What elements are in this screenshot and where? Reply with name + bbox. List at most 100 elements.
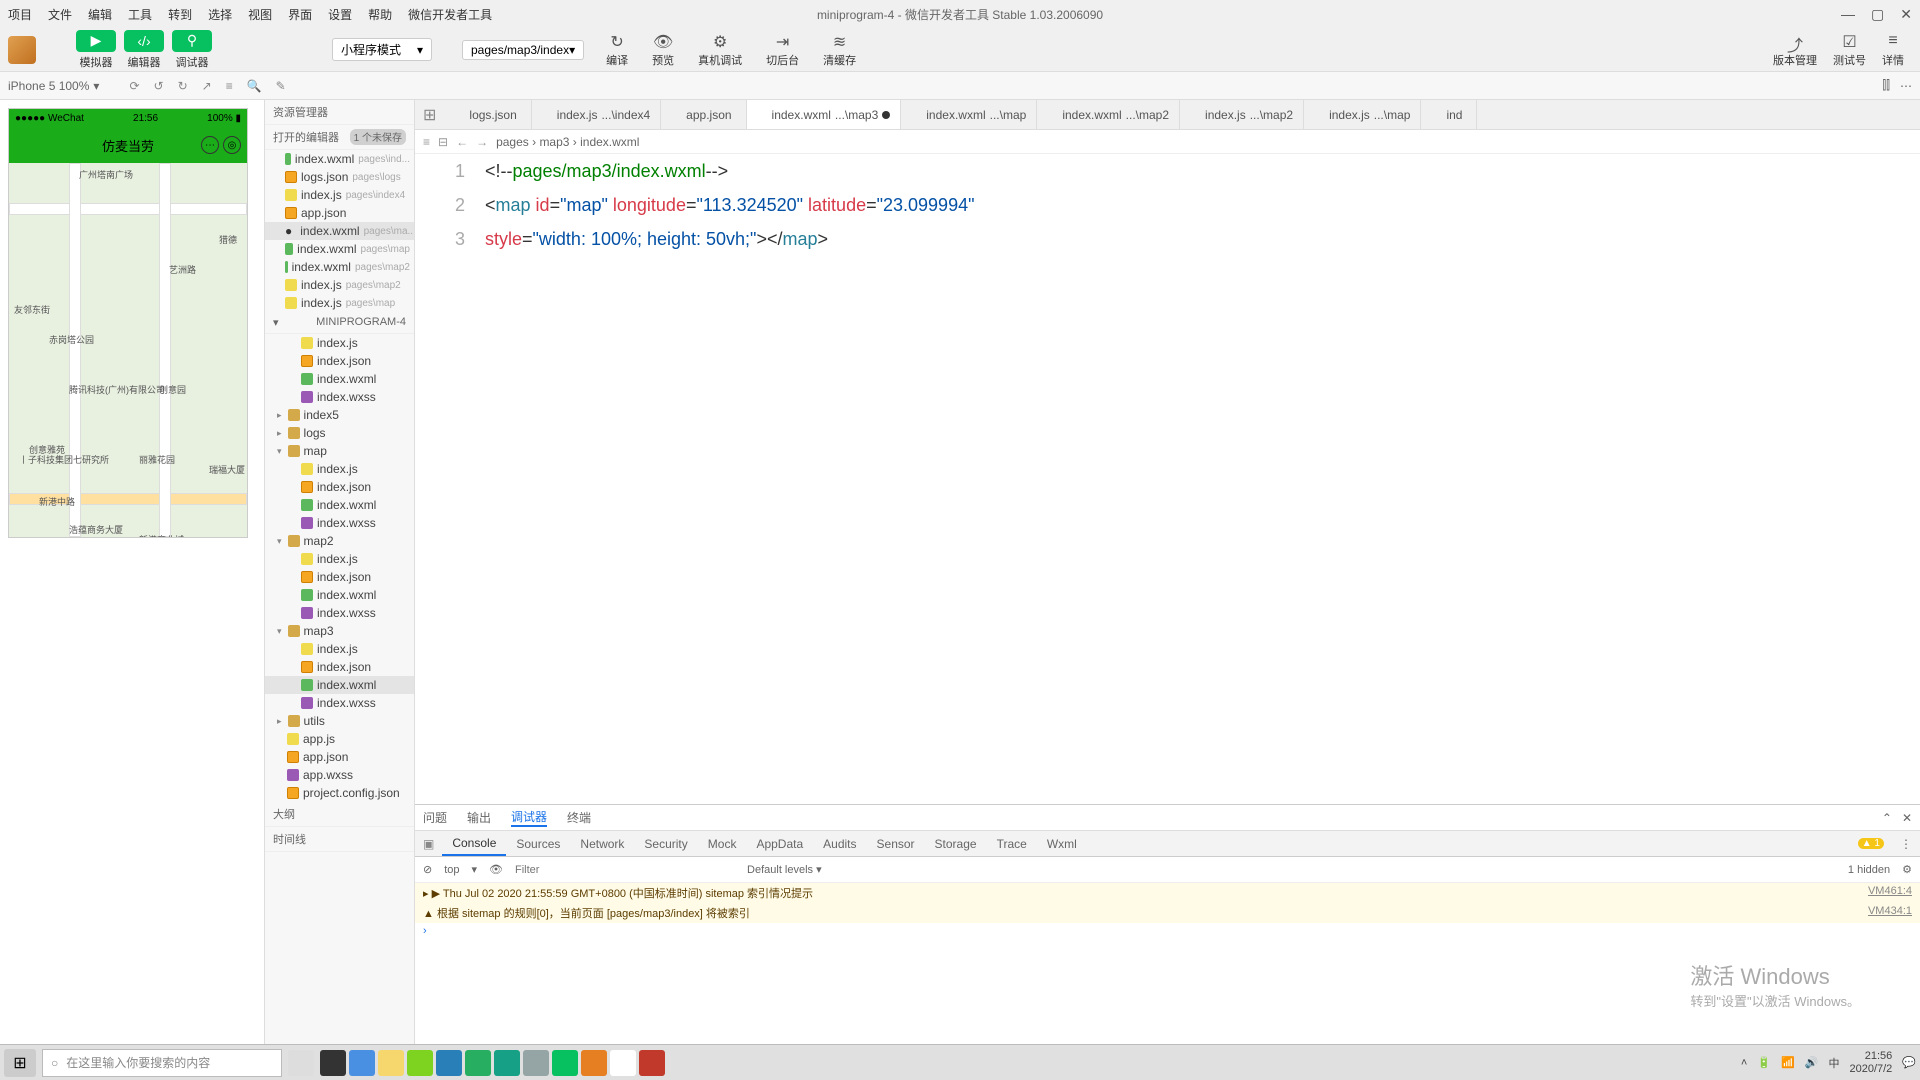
file-item[interactable]: index.json	[265, 658, 414, 676]
context-selector[interactable]: top	[444, 864, 459, 876]
device-selector[interactable]: iPhone 5 100%	[8, 79, 89, 93]
file-item[interactable]: index.js	[265, 640, 414, 658]
editor-tab[interactable]: index.js ...\index4	[532, 100, 661, 129]
project-header[interactable]: ▾ MINIPROGRAM-4	[265, 312, 414, 334]
devtools-outer-tab[interactable]: 问题	[423, 809, 447, 826]
file-item[interactable]: index.wxml	[265, 496, 414, 514]
log-levels[interactable]: Default levels ▾	[747, 863, 822, 876]
eye-icon[interactable]: 👁	[489, 863, 503, 876]
editor-tab[interactable]: logs.json	[444, 100, 531, 129]
devtools-more-icon[interactable]: ⋮	[1892, 837, 1920, 851]
editor-tab[interactable]: index.js ...\map2	[1180, 100, 1304, 129]
menu-item[interactable]: 界面	[288, 6, 312, 23]
taskbar-app[interactable]	[378, 1050, 404, 1076]
file-item[interactable]: index.js	[265, 334, 414, 352]
taskbar-app[interactable]	[436, 1050, 462, 1076]
open-editor-item[interactable]: app.json	[265, 204, 414, 222]
tab-prev-icon[interactable]: ⊞	[415, 105, 444, 125]
file-item[interactable]: index.json	[265, 352, 414, 370]
console-prompt[interactable]: ›	[415, 923, 1920, 939]
devtools-inner-tab[interactable]: Security	[634, 831, 697, 856]
editor-tab[interactable]: index.wxml ...\map3	[747, 100, 902, 129]
taskbar-app[interactable]	[639, 1050, 665, 1076]
editor-tab[interactable]: app.json	[661, 100, 746, 129]
filter-input[interactable]	[515, 864, 635, 876]
file-item[interactable]: index.js	[265, 550, 414, 568]
file-item[interactable]: app.js	[265, 730, 414, 748]
file-item[interactable]: app.json	[265, 748, 414, 766]
capsule-close-icon[interactable]: ◎	[223, 136, 241, 154]
devtools-close-icon[interactable]: ✕	[1902, 811, 1912, 825]
file-item[interactable]: index.wxml	[265, 370, 414, 388]
more-icon[interactable]: ⋯	[1900, 79, 1912, 93]
menu-item[interactable]: 视图	[248, 6, 272, 23]
back-icon[interactable]: ←	[456, 135, 468, 149]
devtools-inner-tab[interactable]: Storage	[925, 831, 987, 856]
taskbar-app[interactable]	[610, 1050, 636, 1076]
open-editor-item[interactable]: index.js pages\map	[265, 294, 414, 312]
tray-icon[interactable]: 🔊	[1805, 1056, 1819, 1069]
editor-tab[interactable]: index.wxml ...\map2	[1037, 100, 1180, 129]
toolbar-action[interactable]: ≋清缓存	[823, 32, 856, 68]
menu-item[interactable]: 转到	[168, 6, 192, 23]
secondbar-icon[interactable]: 🔍	[247, 79, 262, 93]
file-item[interactable]: index.json	[265, 478, 414, 496]
devtools-inner-tab[interactable]: Mock	[698, 831, 747, 856]
secondbar-icon[interactable]: ↗	[202, 79, 212, 93]
open-editor-item[interactable]: index.wxml pages\map2	[265, 258, 414, 276]
notifications-icon[interactable]: 💬	[1902, 1056, 1916, 1069]
split-icon[interactable]: ⫿⫿	[1882, 78, 1890, 93]
device-chevron-icon[interactable]: ▾	[93, 79, 99, 93]
menu-item[interactable]: 选择	[208, 6, 232, 23]
menu-item[interactable]: 项目	[8, 6, 32, 23]
tray-chevron-icon[interactable]: ˄	[1741, 1057, 1747, 1069]
devtools-inner-tab[interactable]: Trace	[987, 831, 1037, 856]
file-item[interactable]: index.json	[265, 568, 414, 586]
taskbar-search[interactable]: ○ 在这里输入你要搜索的内容	[42, 1049, 282, 1077]
file-item[interactable]: index.wxss	[265, 694, 414, 712]
menu-item[interactable]: 文件	[48, 6, 72, 23]
file-item[interactable]: index.wxss	[265, 604, 414, 622]
maximize-icon[interactable]: ▢	[1871, 6, 1884, 23]
taskbar-app[interactable]	[320, 1050, 346, 1076]
devtools-outer-tab[interactable]: 调试器	[511, 808, 547, 827]
toolbar-right-action[interactable]: ⤴版本管理	[1773, 32, 1817, 68]
clear-console-icon[interactable]: ⊘	[423, 863, 432, 876]
open-editors-header[interactable]: 打开的编辑器	[273, 129, 339, 145]
tray-ime[interactable]: 中	[1828, 1055, 1839, 1071]
editor-tab[interactable]: index.js ...\map	[1304, 100, 1421, 129]
secondbar-icon[interactable]: ✎	[276, 79, 286, 93]
task-view-icon[interactable]	[288, 1050, 314, 1076]
folder-item[interactable]: utils	[265, 712, 414, 730]
folder-item[interactable]: map2	[265, 532, 414, 550]
secondbar-icon[interactable]: ↺	[154, 79, 164, 93]
start-button[interactable]: ⊞	[4, 1049, 36, 1077]
devtools-inner-tab[interactable]: Sensor	[867, 831, 925, 856]
toolbar-right-action[interactable]: ☑测试号	[1833, 32, 1866, 68]
settings-icon[interactable]: ⚙	[1902, 863, 1912, 876]
devtools-inner-tab[interactable]: Audits	[813, 831, 866, 856]
devtools-inner-tab[interactable]: Wxml	[1037, 831, 1087, 856]
toolbar-action[interactable]: ⇥切后台	[766, 32, 799, 68]
run-button[interactable]: ⚲	[172, 30, 212, 52]
toolbar-action[interactable]: ↻编译	[606, 32, 628, 68]
devtools-inner-tab[interactable]: Network	[570, 831, 634, 856]
menu-item[interactable]: 工具	[128, 6, 152, 23]
run-button[interactable]: ‹/›	[124, 30, 164, 52]
breadcrumb[interactable]: pages › map3 › index.wxml	[496, 135, 639, 149]
file-item[interactable]: index.wxss	[265, 388, 414, 406]
toolbar-right-action[interactable]: ≡详情	[1882, 32, 1904, 68]
menu-item[interactable]: 设置	[328, 6, 352, 23]
outline-header[interactable]: 大纲	[265, 802, 414, 827]
open-editor-item[interactable]: index.js pages\map2	[265, 276, 414, 294]
folder-item[interactable]: map3	[265, 622, 414, 640]
close-icon[interactable]: ✕	[1900, 6, 1912, 23]
file-item[interactable]: app.wxss	[265, 766, 414, 784]
folder-item[interactable]: index5	[265, 406, 414, 424]
devtools-inner-tab[interactable]: Sources	[506, 831, 570, 856]
editor-tab[interactable]: ind	[1421, 100, 1477, 129]
outline-icon[interactable]: ≡	[423, 135, 430, 149]
taskbar-app[interactable]	[349, 1050, 375, 1076]
file-item[interactable]: index.wxml	[265, 676, 414, 694]
devtools-outer-tab[interactable]: 输出	[467, 809, 491, 826]
